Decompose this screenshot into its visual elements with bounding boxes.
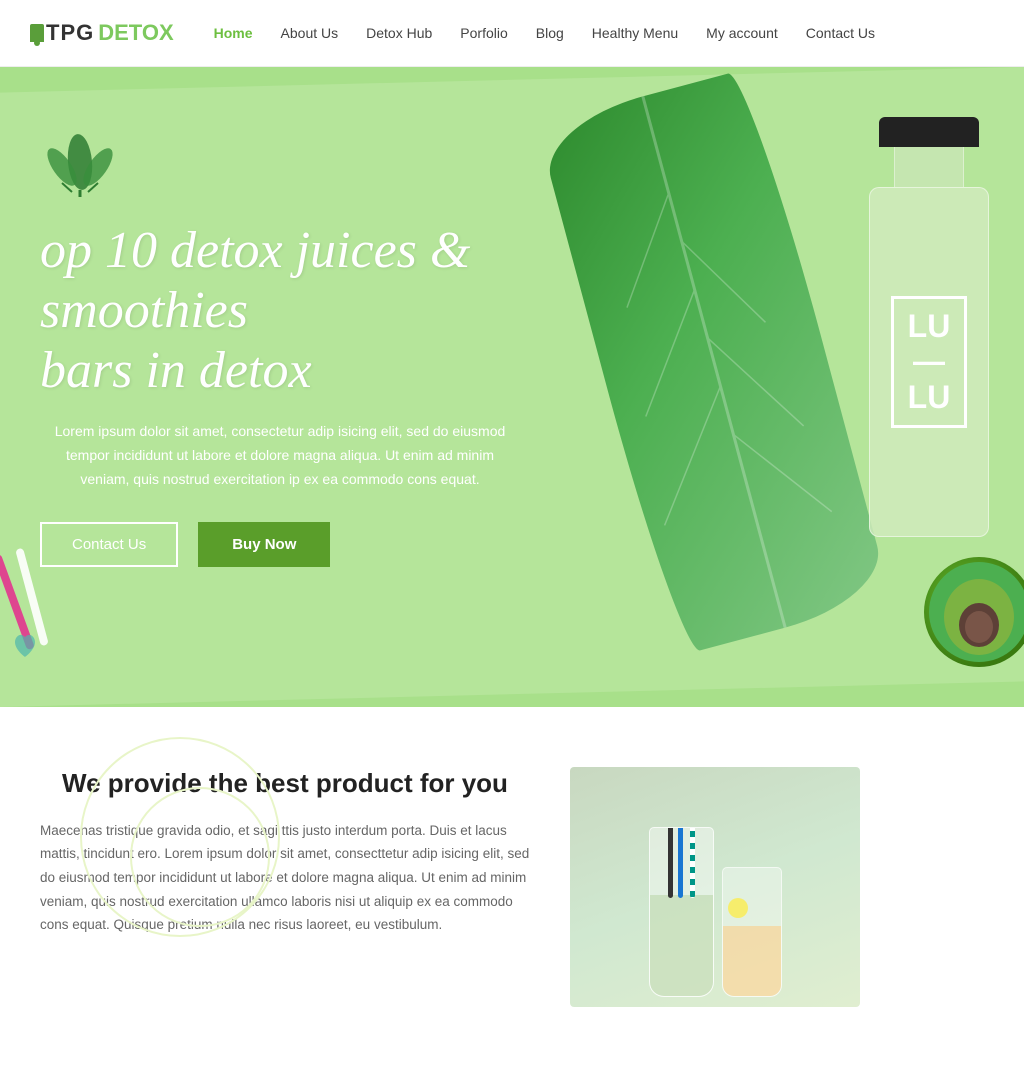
- header: TPG DETOX Home About Us Detox Hub Porfol…: [0, 0, 1024, 67]
- hero-title: op 10 detox juices & smoothiesbars in de…: [40, 221, 560, 400]
- logo-icon: [30, 24, 44, 42]
- leaf-decoration-icon: [40, 127, 560, 211]
- straw-black: [668, 827, 673, 898]
- nav-detox-hub[interactable]: Detox Hub: [366, 25, 432, 41]
- hero-buttons: Contact Us Buy Now: [40, 522, 560, 567]
- logo-tpg: TPG: [46, 20, 94, 46]
- glass-1: [649, 827, 714, 997]
- hero-images: LU — LU: [504, 67, 1024, 707]
- main-nav: Home About Us Detox Hub Porfolio Blog He…: [214, 25, 875, 41]
- nav-healthy-menu[interactable]: Healthy Menu: [592, 25, 678, 41]
- hero-section: op 10 detox juices & smoothiesbars in de…: [0, 67, 1024, 707]
- nav-home[interactable]: Home: [214, 25, 253, 41]
- bottle-neck: [894, 147, 964, 187]
- bottle-label: LU — LU: [891, 296, 968, 428]
- logo[interactable]: TPG DETOX: [30, 20, 174, 46]
- section2-description: Maecenas tristique gravida odio, et sagi…: [40, 819, 530, 937]
- hero-decoration-left: [0, 542, 80, 667]
- nav-porfolio[interactable]: Porfolio: [460, 25, 507, 41]
- juice-glasses-visual: [570, 767, 860, 1007]
- bottle-cap: [879, 117, 979, 147]
- avocado-image: [924, 557, 1024, 667]
- section2-text: We provide the best product for you Maec…: [40, 767, 530, 937]
- straw-blue: [678, 827, 683, 898]
- section2: We provide the best product for you Maec…: [0, 707, 1024, 1067]
- juice-bottle: LU — LU: [864, 117, 994, 597]
- glass-2: [722, 867, 782, 997]
- straw-striped: [690, 827, 695, 898]
- nav-my-account[interactable]: My account: [706, 25, 778, 41]
- section2-title: We provide the best product for you: [40, 767, 530, 801]
- buy-now-button[interactable]: Buy Now: [198, 522, 330, 567]
- logo-detox: DETOX: [98, 20, 173, 46]
- section2-image: [570, 767, 860, 1007]
- nav-contact[interactable]: Contact Us: [806, 25, 875, 41]
- hero-description: Lorem ipsum dolor sit amet, consectetur …: [40, 420, 520, 491]
- nav-about[interactable]: About Us: [281, 25, 339, 41]
- bottle-body: LU — LU: [869, 187, 989, 537]
- banana-leaf-image: [537, 68, 892, 656]
- nav-blog[interactable]: Blog: [536, 25, 564, 41]
- hero-content: op 10 detox juices & smoothiesbars in de…: [0, 67, 560, 627]
